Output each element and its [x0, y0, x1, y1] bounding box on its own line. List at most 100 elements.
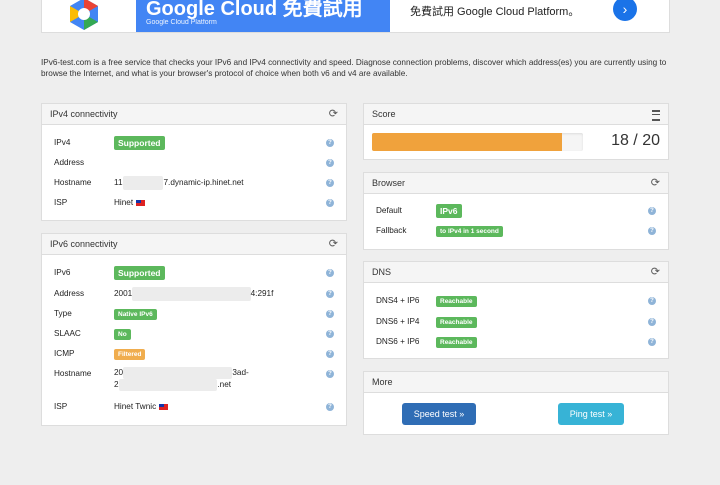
ipv6-hostname-line2-end: .net: [217, 380, 232, 389]
ipv6-row-hostname: Hostname 2000-0000-0000-0000-0000-0003ad…: [54, 367, 334, 393]
google-cloud-logo-icon: [70, 0, 98, 30]
ad-arrow-icon[interactable]: ›: [613, 0, 637, 21]
default-protocol-badge: IPv6: [436, 204, 462, 218]
dns-row: DNS6 + IP4 Reachable ?: [376, 315, 656, 329]
ipv6-isp-value: Hinet Twnic: [114, 402, 157, 411]
browser-panel-header: Browser ⟳: [364, 173, 668, 194]
help-icon[interactable]: ?: [648, 227, 656, 235]
help-icon[interactable]: ?: [648, 207, 656, 215]
dns-panel-title: DNS: [372, 267, 392, 277]
status-badge: Supported: [114, 136, 165, 150]
ipv6-hostname-line1-end: 3ad-: [232, 368, 249, 377]
row-label: Type: [54, 309, 72, 318]
ping-test-button[interactable]: Ping test »: [558, 403, 624, 425]
more-panel: More Speed test » Ping test »: [363, 371, 669, 435]
help-icon[interactable]: ?: [326, 370, 334, 378]
ipv6-row-status: IPv6 Supported ?: [54, 266, 334, 280]
row-label: Address: [54, 289, 85, 298]
score-panel-header: Score: [364, 104, 668, 125]
ad-banner-image[interactable]: Google Cloud 免費試用 Google Cloud Platform: [136, 0, 390, 32]
browser-row-default: Default IPv6 ?: [376, 204, 656, 218]
ipv4-panel: IPv4 connectivity ⟳ IPv4 Supported ? Add…: [41, 103, 347, 221]
row-label: IPv4: [54, 138, 71, 147]
help-icon[interactable]: ?: [326, 179, 334, 187]
redacted-text: 000.000.00: [122, 176, 164, 190]
ipv6-panel-header: IPv6 connectivity ⟳: [42, 234, 346, 255]
row-label: DNS6 + IP6: [376, 337, 420, 346]
score-value: 18 / 20: [611, 132, 660, 149]
type-badge: Native IPv6: [114, 309, 157, 320]
ipv6-hostname-line2-start: 2: [114, 380, 119, 389]
row-label: Hostname: [54, 178, 92, 187]
ipv4-row-status: IPv4 Supported ?: [54, 136, 334, 150]
ipv6-row-address: Address 2001:0000:0000:0000:0000:0000:00…: [54, 287, 334, 301]
dns-row: DNS4 + IP6 Reachable ?: [376, 294, 656, 308]
slaac-badge: No: [114, 329, 131, 340]
ipv4-hostname-value: 7.dynamic-ip.hinet.net: [163, 178, 244, 187]
browser-panel: Browser ⟳ Default IPv6 ? Fallback to IPv…: [363, 172, 669, 250]
dns-row: DNS6 + IP6 Reachable ?: [376, 335, 656, 349]
reachable-badge: Reachable: [436, 296, 477, 307]
score-panel: Score 18 / 20: [363, 103, 669, 160]
refresh-icon[interactable]: ⟳: [651, 173, 660, 193]
ipv4-panel-title: IPv4 connectivity: [50, 109, 118, 119]
row-label: Hostname: [54, 369, 92, 378]
refresh-icon[interactable]: ⟳: [329, 104, 338, 124]
score-progress-bar: [372, 133, 583, 151]
row-label: ICMP: [54, 349, 75, 358]
ipv4-isp-value: Hinet: [114, 198, 134, 207]
ipv6-row-icmp: ICMP Filtered ?: [54, 347, 334, 361]
status-badge: Supported: [114, 266, 165, 280]
ipv4-row-isp: ISP Hinet ?: [54, 196, 334, 210]
ipv6-hostname-line1-start: 20: [114, 368, 124, 377]
more-panel-title: More: [372, 377, 393, 387]
list-icon[interactable]: [652, 110, 660, 121]
row-label: Fallback: [376, 226, 407, 235]
speed-test-button[interactable]: Speed test »: [402, 403, 476, 425]
more-panel-header: More: [364, 372, 668, 393]
help-icon[interactable]: ?: [326, 199, 334, 207]
ad-banner-title: Google Cloud 免費試用: [146, 0, 363, 20]
row-label: Address: [54, 158, 85, 167]
ipv6-panel-title: IPv6 connectivity: [50, 239, 118, 249]
redacted-text: 00-0000-0000-0000-0000-000: [123, 367, 233, 379]
help-icon[interactable]: ?: [326, 330, 334, 338]
ipv4-row-hostname: Hostname 11000.000.007.dynamic-ip.hinet.…: [54, 176, 334, 190]
browser-row-fallback: Fallback to IPv4 in 1 second ?: [376, 224, 656, 238]
icmp-badge: Filtered: [114, 349, 146, 360]
help-icon[interactable]: ?: [326, 350, 334, 358]
hostname-prefix: 11: [114, 178, 123, 187]
ad-banner-subtitle: Google Cloud Platform: [146, 19, 217, 26]
redacted-text: :0000:0000:0000:0000:0000:000: [132, 287, 251, 301]
help-icon[interactable]: ?: [326, 159, 334, 167]
help-icon[interactable]: ?: [326, 290, 334, 298]
help-icon[interactable]: ?: [648, 338, 656, 346]
help-icon[interactable]: ?: [326, 139, 334, 147]
redacted-text: 000000000000000.ipv6.hin: [118, 379, 218, 391]
ipv4-panel-header: IPv4 connectivity ⟳: [42, 104, 346, 125]
score-panel-title: Score: [372, 109, 396, 119]
ipv6-row-isp: ISP Hinet Twnic ?: [54, 400, 334, 414]
dns-panel: DNS ⟳ DNS4 + IP6 Reachable ? DNS6 + IP4 …: [363, 261, 669, 359]
ipv6-row-type: Type Native IPv6 ?: [54, 307, 334, 321]
row-label: Default: [376, 206, 402, 215]
refresh-icon[interactable]: ⟳: [329, 234, 338, 254]
reachable-badge: Reachable: [436, 337, 477, 348]
help-icon[interactable]: ?: [648, 318, 656, 326]
reachable-badge: Reachable: [436, 317, 477, 328]
help-icon[interactable]: ?: [326, 310, 334, 318]
row-label: ISP: [54, 198, 68, 207]
row-label: DNS4 + IP6: [376, 296, 420, 305]
ipv4-row-address: Address ?: [54, 156, 334, 170]
taiwan-flag-icon: [136, 199, 146, 206]
ipv6-row-slaac: SLAAC No ?: [54, 327, 334, 341]
ad-banner[interactable]: Google Cloud 免費試用 Google Cloud Platform …: [41, 0, 670, 33]
row-label: ISP: [54, 402, 68, 411]
taiwan-flag-icon: [159, 403, 169, 410]
refresh-icon[interactable]: ⟳: [651, 262, 660, 282]
intro-text: IPv6-test.com is a free service that che…: [41, 58, 667, 78]
help-icon[interactable]: ?: [648, 297, 656, 305]
ad-text[interactable]: 免費試用 Google Cloud Platform。: [410, 3, 579, 19]
help-icon[interactable]: ?: [326, 403, 334, 411]
help-icon[interactable]: ?: [326, 269, 334, 277]
